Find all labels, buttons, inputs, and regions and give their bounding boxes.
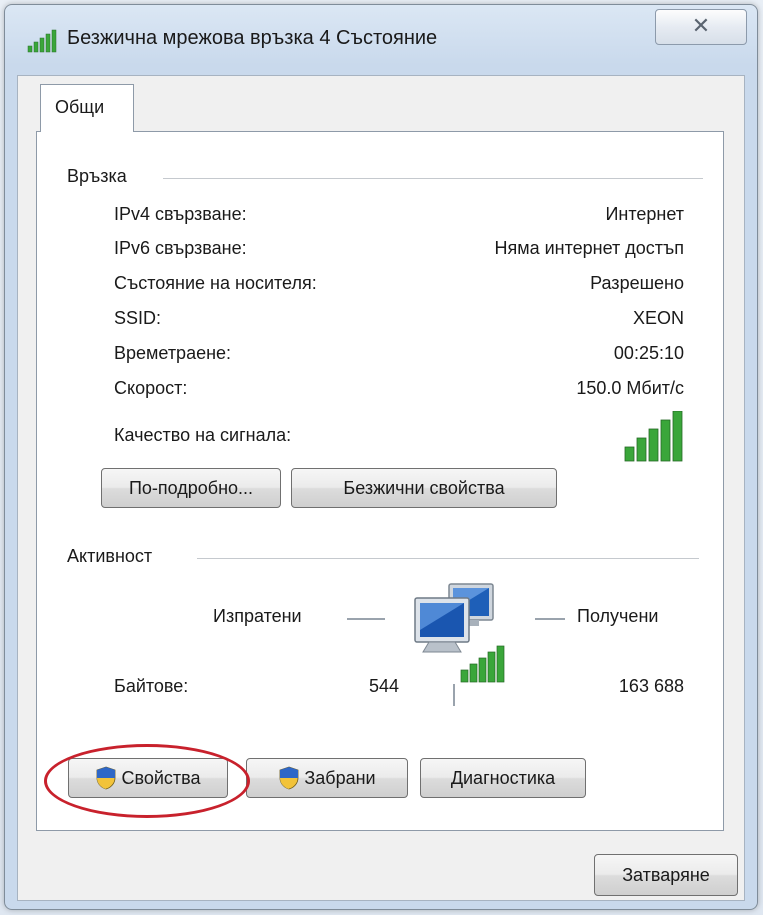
signal-bar [660, 419, 671, 462]
ssid-label: SSID: [114, 308, 162, 328]
close-icon: ✕ [691, 14, 711, 39]
general-tab-panel: Връзка IPv4 свързване: Интернет IPv6 свъ… [36, 131, 724, 831]
signal-bar [672, 411, 683, 462]
ipv4-label: IPv4 свързване: [114, 204, 247, 224]
uac-shield-icon [97, 766, 116, 790]
connection-group-divider [163, 178, 703, 179]
wireless-properties-button[interactable]: Безжични свойства [291, 468, 557, 508]
bytes-label: Байтове: [114, 676, 189, 696]
activity-group-label: Активност [67, 546, 153, 566]
diagnose-button[interactable]: Диагностика [420, 758, 586, 798]
window-title: Безжична мрежова връзка 4 Състояние [67, 27, 438, 49]
properties-button-label: Свойства [121, 767, 201, 788]
disable-button-label: Забрани [304, 767, 376, 788]
tab-general[interactable]: Общи [40, 84, 134, 132]
bytes-received-value: 163 688 [618, 676, 684, 696]
signal-quality-label: Качество на сигнала: [114, 425, 292, 445]
bytes-divider [453, 684, 455, 706]
speed-label: Скорост: [114, 378, 188, 398]
wireless-signal-icon [27, 29, 57, 53]
status-dialog: Безжична мрежова връзка 4 Състояние ✕ Об… [4, 4, 758, 910]
sent-label: Изпратени [213, 606, 302, 626]
ipv6-label: IPv6 свързване: [114, 238, 247, 258]
properties-button[interactable]: Свойства [68, 758, 228, 798]
signal-bar [624, 446, 635, 462]
duration-value: 00:25:10 [613, 343, 684, 363]
signal-bar [648, 428, 659, 462]
ipv6-value: Няма интернет достъп [494, 238, 684, 258]
duration-label: Времетраене: [114, 343, 232, 363]
uac-shield-icon [279, 766, 299, 790]
speed-value: 150.0 Мбит/с [576, 378, 684, 398]
received-label: Получени [577, 606, 659, 626]
received-connector-line [535, 618, 565, 620]
ipv4-value: Интернет [605, 204, 684, 224]
tab-general-label: Общи [55, 97, 105, 117]
ssid-value: XEON [632, 308, 684, 328]
sent-connector-line [347, 618, 385, 620]
media-state-value: Разрешено [590, 273, 684, 293]
signal-bar [636, 437, 647, 462]
close-button[interactable]: Затваряне [594, 854, 738, 896]
connection-group-label: Връзка [67, 166, 127, 186]
media-state-label: Състояние на носителя: [114, 273, 317, 293]
bytes-sent-value: 544 [368, 676, 399, 696]
details-button[interactable]: По-подробно... [101, 468, 281, 508]
title-bar[interactable]: Безжична мрежова връзка 4 Състояние ✕ [5, 5, 757, 69]
close-window-button[interactable]: ✕ [655, 9, 747, 45]
disable-button[interactable]: Забрани [246, 758, 408, 798]
network-computers-icon [414, 583, 505, 683]
activity-group-divider [197, 558, 699, 559]
dialog-client-area: Общи Връзка IPv4 свързване: Интернет IPv… [17, 75, 745, 901]
signal-strength-icon [624, 411, 683, 462]
